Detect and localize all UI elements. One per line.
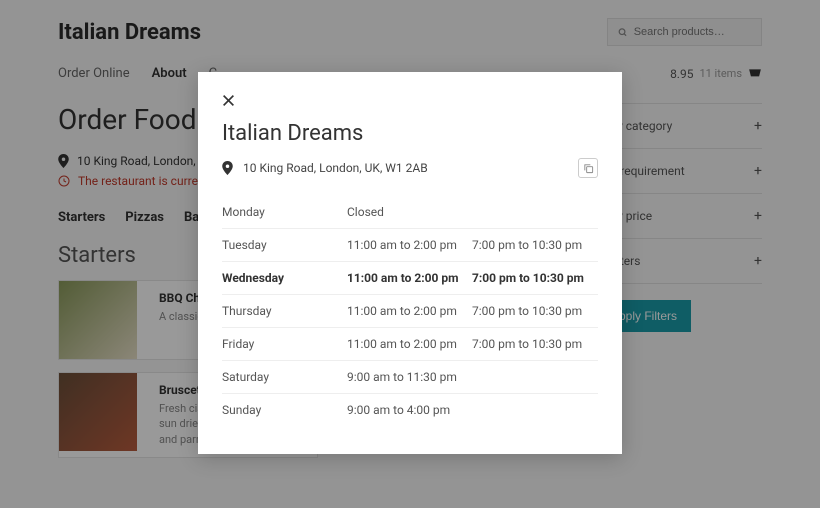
hours-slot: 9:00 am to 11:30 pm — [347, 370, 472, 384]
hours-day: Tuesday — [222, 238, 347, 252]
hours-slot — [472, 403, 598, 417]
hours-row: Saturday9:00 am to 11:30 pm — [222, 361, 598, 394]
modal-title: Italian Dreams — [222, 121, 598, 146]
hours-row: Sunday9:00 am to 4:00 pm — [222, 394, 598, 426]
copy-icon — [583, 163, 594, 174]
hours-row: MondayClosed — [222, 196, 598, 229]
hours-slot: 11:00 am to 2:00 pm — [347, 304, 472, 318]
hours-slot: Closed — [347, 205, 472, 219]
hours-slot: 9:00 am to 4:00 pm — [347, 403, 472, 417]
hours-slot: 7:00 pm to 10:30 pm — [472, 304, 598, 318]
hours-slot — [472, 370, 598, 384]
hours-slot: 7:00 pm to 10:30 pm — [472, 271, 598, 285]
hours-row: Wednesday11:00 am to 2:00 pm7:00 pm to 1… — [222, 262, 598, 295]
hours-day: Wednesday — [222, 271, 347, 285]
hours-slot: 11:00 am to 2:00 pm — [347, 337, 472, 351]
close-icon — [222, 94, 235, 107]
hours-day: Sunday — [222, 403, 347, 417]
hours-slot: 7:00 pm to 10:30 pm — [472, 337, 598, 351]
copy-button[interactable] — [578, 158, 598, 178]
hours-day: Monday — [222, 205, 347, 219]
hours-row: Tuesday11:00 am to 2:00 pm7:00 pm to 10:… — [222, 229, 598, 262]
hours-day: Friday — [222, 337, 347, 351]
hours-day: Thursday — [222, 304, 347, 318]
modal-address-text: 10 King Road, London, UK, W1 2AB — [243, 161, 428, 175]
hours-row: Thursday11:00 am to 2:00 pm7:00 pm to 10… — [222, 295, 598, 328]
hours-slot: 11:00 am to 2:00 pm — [347, 271, 472, 285]
hours-table: MondayClosedTuesday11:00 am to 2:00 pm7:… — [222, 196, 598, 426]
modal-address: 10 King Road, London, UK, W1 2AB — [222, 161, 428, 175]
hours-slot — [472, 205, 598, 219]
pin-icon — [222, 161, 233, 175]
hours-row: Friday11:00 am to 2:00 pm7:00 pm to 10:3… — [222, 328, 598, 361]
hours-day: Saturday — [222, 370, 347, 384]
hours-slot: 7:00 pm to 10:30 pm — [472, 238, 598, 252]
hours-modal: Italian Dreams 10 King Road, London, UK,… — [198, 72, 622, 454]
hours-slot: 11:00 am to 2:00 pm — [347, 238, 472, 252]
close-button[interactable] — [222, 92, 235, 111]
